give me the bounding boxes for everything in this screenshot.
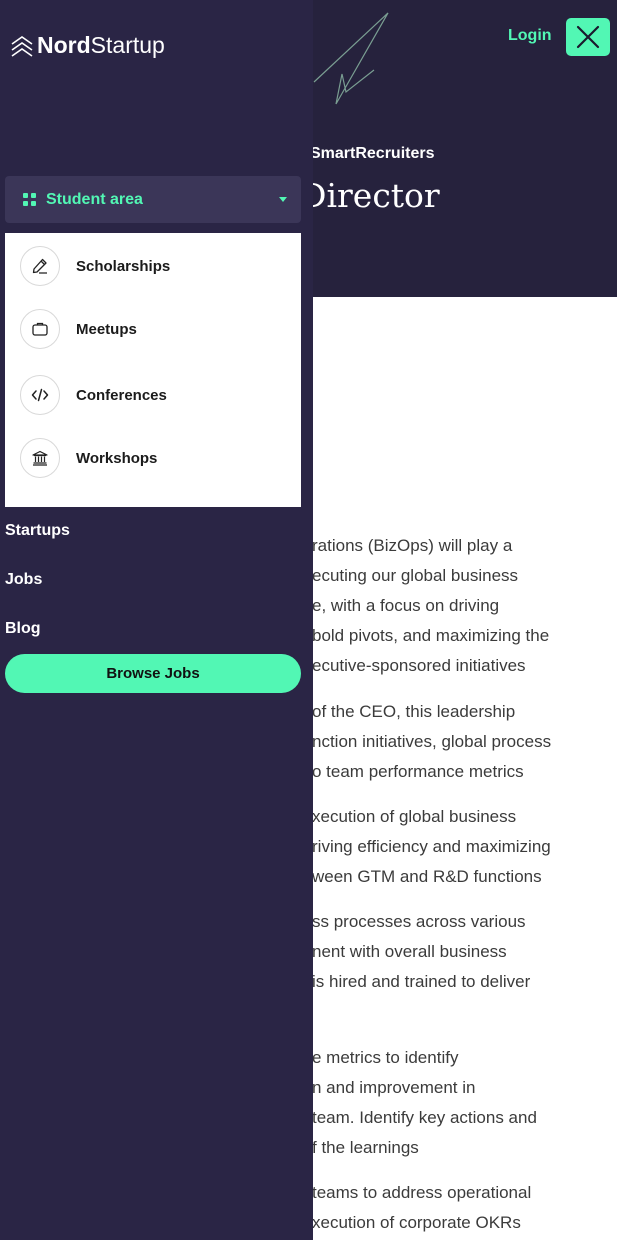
pencil-icon: [20, 246, 60, 286]
submenu-label: Workshops: [76, 449, 158, 467]
description-paragraph: teams to address operational xecution of…: [312, 1183, 532, 1232]
company-name[interactable]: SmartRecruiters: [310, 145, 435, 163]
close-icon: [576, 25, 600, 49]
code-icon: [20, 375, 60, 415]
browse-jobs-button[interactable]: Browse Jobs: [5, 654, 301, 693]
submenu-item-meetups[interactable]: Meetups: [20, 309, 137, 349]
submenu-label: Meetups: [76, 320, 137, 338]
decorative-doodle: [313, 12, 389, 105]
logo-text-nord: Nord: [37, 32, 91, 58]
description-paragraph: of the CEO, this leadership nction initi…: [312, 702, 552, 781]
job-title: Director: [300, 176, 440, 215]
caret-down-icon: [279, 197, 287, 202]
submenu-item-workshops[interactable]: Workshops: [20, 438, 157, 478]
grid-icon: [23, 193, 36, 206]
student-area-dropdown[interactable]: Student area: [5, 176, 301, 223]
description-paragraph: rations (BizOps) will play a ecuting our…: [312, 536, 550, 675]
logo-text-startup: Startup: [90, 32, 165, 58]
nav-link-blog[interactable]: Blog: [5, 620, 41, 638]
dropdown-label: Student area: [46, 190, 143, 208]
submenu-label: Scholarships: [76, 257, 171, 275]
description-paragraph: ss processes across various nent with ov…: [312, 912, 531, 991]
nav-link-jobs[interactable]: Jobs: [5, 571, 42, 589]
description-paragraph: xecution of global business riving effic…: [312, 807, 551, 886]
submenu-label: Conferences: [76, 386, 167, 404]
description-paragraph: e metrics to identify n and improvement …: [312, 1048, 537, 1157]
nav-link-startups[interactable]: Startups: [5, 522, 70, 540]
institution-icon: [20, 438, 60, 478]
login-link[interactable]: Login: [508, 27, 552, 45]
nordstartup-logo[interactable]: Nord Startup: [10, 32, 165, 59]
close-menu-button[interactable]: [566, 18, 610, 56]
student-area-submenu: Scholarships Meetups Conferences Worksho…: [5, 233, 301, 507]
logo-chevrons-icon: [11, 35, 33, 57]
submenu-item-scholarships[interactable]: Scholarships: [20, 246, 170, 286]
briefcase-icon: [20, 309, 60, 349]
mobile-nav-drawer: Nord Startup Student area Scholarships Me…: [0, 0, 313, 1240]
submenu-item-conferences[interactable]: Conferences: [20, 375, 167, 415]
